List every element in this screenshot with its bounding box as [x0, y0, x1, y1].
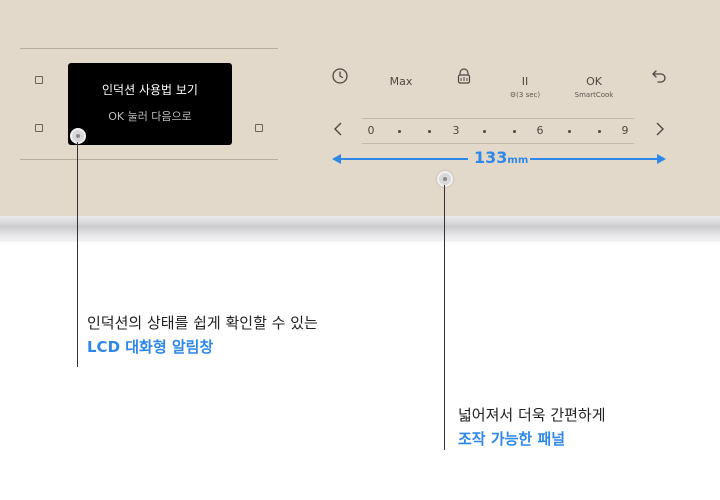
panel-pointer-dot	[437, 171, 453, 187]
measurement-unit: mm	[507, 155, 529, 166]
lcd-caption: 인덕션의 상태를 쉽게 확인할 수 있는 LCD 대화형 알림창	[87, 311, 318, 359]
width-measurement-arrow	[332, 154, 666, 164]
panel-leader-line	[444, 185, 445, 450]
lcd-leader-line	[77, 142, 78, 367]
measurement-value: 133	[474, 148, 508, 167]
panel-edge	[0, 216, 720, 226]
lcd-caption-line1: 인덕션의 상태를 쉽게 확인할 수 있는	[87, 314, 318, 332]
cooktop-panel: 인덕션 사용법 보기 OK 눌러 다음으로 Max II ⚙(3 sec) OK…	[0, 0, 720, 216]
panel-caption-highlight: 조작 가능한 패널	[458, 430, 566, 448]
measurement-label: 133mm	[474, 148, 528, 167]
lcd-caption-highlight: LCD 대화형 알림창	[87, 338, 214, 356]
panel-caption: 넓어져서 더욱 간편하게 조작 가능한 패널	[458, 403, 606, 451]
panel-caption-line1: 넓어져서 더욱 간편하게	[458, 406, 606, 424]
panel-lip	[0, 226, 720, 242]
